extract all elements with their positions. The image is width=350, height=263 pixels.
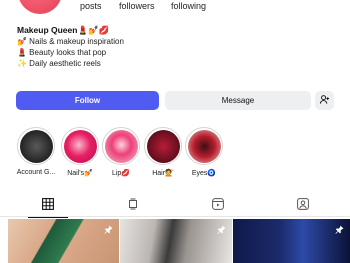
- reels-icon: [212, 197, 224, 213]
- stack-icon: [128, 198, 138, 213]
- bio-line: ✨ Daily aesthetic reels: [17, 59, 101, 68]
- highlight-eyes[interactable]: Eyes🧿: [184, 127, 224, 177]
- post-tile[interactable]: [233, 219, 350, 263]
- pin-icon: [217, 225, 226, 237]
- post-tile[interactable]: [8, 219, 119, 263]
- highlight-nails[interactable]: Nail's💅: [60, 127, 100, 177]
- tab-tagged[interactable]: [273, 193, 333, 217]
- highlight-cover: [19, 129, 53, 163]
- tab-grid[interactable]: [18, 193, 78, 218]
- profile-bio: Makeup Queen💄💅💋 💅 Nails & makeup inspira…: [17, 25, 124, 69]
- profile-name: Makeup Queen💄💅💋: [17, 25, 110, 35]
- tab-reels[interactable]: [188, 193, 248, 217]
- highlight-cover: [63, 129, 97, 163]
- posts-stat-label[interactable]: posts: [80, 1, 102, 11]
- highlight-lip[interactable]: Lip💋: [101, 127, 141, 177]
- highlight-cover: [187, 129, 221, 163]
- profile-tabs: [0, 193, 350, 218]
- tagged-person-icon: [297, 197, 309, 213]
- highlight-account-guide[interactable]: Account G...: [16, 127, 56, 176]
- post-grid: [0, 219, 350, 263]
- bio-line: 💅 Nails & makeup inspiration: [17, 37, 124, 46]
- pin-icon: [335, 225, 344, 237]
- followers-stat-label[interactable]: followers: [119, 1, 155, 11]
- grid-icon: [42, 197, 54, 213]
- highlight-label: Eyes🧿: [191, 170, 217, 177]
- following-stat-label[interactable]: following: [171, 1, 206, 11]
- highlight-cover: [146, 129, 180, 163]
- suggest-people-button[interactable]: [315, 91, 334, 110]
- message-button[interactable]: Message: [165, 91, 311, 110]
- bio-line: 💄 Beauty looks that pop: [17, 48, 107, 57]
- tab-stack[interactable]: [103, 193, 163, 217]
- post-tile[interactable]: [120, 219, 232, 263]
- follow-button[interactable]: Follow: [16, 91, 159, 110]
- profile-avatar[interactable]: [18, 0, 62, 14]
- highlight-hair[interactable]: Hair💇: [143, 127, 183, 177]
- highlight-label: Account G...: [16, 169, 56, 176]
- highlight-cover: [104, 129, 138, 163]
- add-person-icon: [319, 94, 330, 107]
- pin-icon: [104, 225, 113, 237]
